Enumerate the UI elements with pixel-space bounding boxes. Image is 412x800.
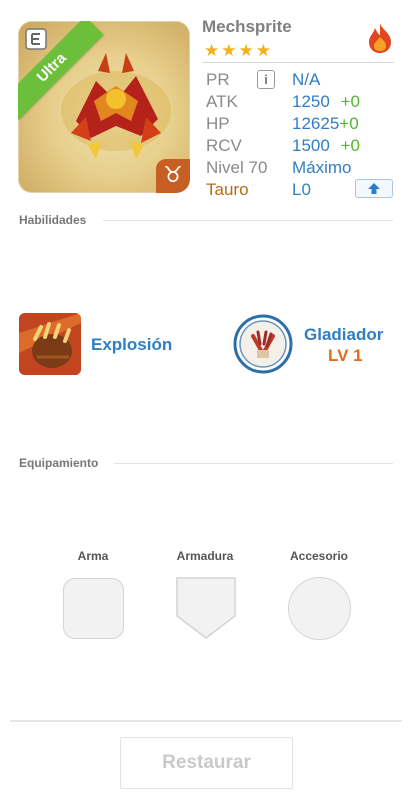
level-value: Máximo xyxy=(292,158,352,177)
equipment-section-line xyxy=(114,463,393,464)
level-label: Nivel 70 xyxy=(206,158,268,177)
rcv-label: RCV xyxy=(206,136,242,155)
zodiac-badge: ♉ xyxy=(156,159,190,193)
monster-card[interactable]: Ultra ♉ xyxy=(18,21,190,193)
info-icon[interactable]: i xyxy=(257,70,275,89)
active-skill-name[interactable]: Explosión xyxy=(91,335,172,355)
fist-explosion-icon xyxy=(19,313,81,375)
arrow-up-icon xyxy=(368,183,380,194)
evolution-icon[interactable] xyxy=(25,28,47,50)
fire-element-icon xyxy=(369,24,391,53)
atk-value: 1250 +0 xyxy=(292,92,360,112)
rcv-number: 1500 xyxy=(292,136,330,155)
footer-divider xyxy=(10,720,402,722)
accessory-label: Accesorio xyxy=(289,549,349,563)
leader-skill-level: LV 1 xyxy=(328,346,363,365)
pr-value: N/A xyxy=(292,70,321,89)
hp-label: HP xyxy=(206,114,230,133)
atk-label: ATK xyxy=(206,92,238,111)
hp-number: 12625 xyxy=(292,114,340,133)
armor-slot[interactable] xyxy=(175,576,237,640)
leader-skill-name[interactable]: Gladiador xyxy=(304,325,383,345)
rcv-plus: +0 xyxy=(340,136,360,155)
title-divider xyxy=(202,62,394,63)
restore-button[interactable]: Restaurar xyxy=(120,737,293,789)
skills-section-title: Habilidades xyxy=(19,213,87,227)
skills-section-line xyxy=(103,220,393,221)
atk-plus: +0 xyxy=(340,92,360,111)
armor-label: Armadura xyxy=(176,549,234,563)
pr-label: PR xyxy=(206,70,230,89)
rcv-value: 1500 +0 xyxy=(292,136,360,156)
leader-skill-icon[interactable] xyxy=(233,314,293,374)
weapon-slot[interactable] xyxy=(63,578,124,639)
hp-plus: +0 xyxy=(339,114,359,133)
zodiac-level: L0 xyxy=(292,180,311,199)
monster-name: Mechsprite xyxy=(202,17,292,36)
equipment-section-title: Equipamiento xyxy=(19,456,99,470)
accessory-slot[interactable] xyxy=(288,577,351,640)
upgrade-button[interactable] xyxy=(355,179,393,198)
active-skill-icon[interactable] xyxy=(19,313,81,375)
rarity-stars: ★★★★ xyxy=(204,41,273,61)
atk-number: 1250 xyxy=(292,92,330,111)
hp-value: 12625+0 xyxy=(292,114,359,134)
zodiac-label: Tauro xyxy=(206,180,249,199)
weapon-label: Arma xyxy=(77,549,109,563)
